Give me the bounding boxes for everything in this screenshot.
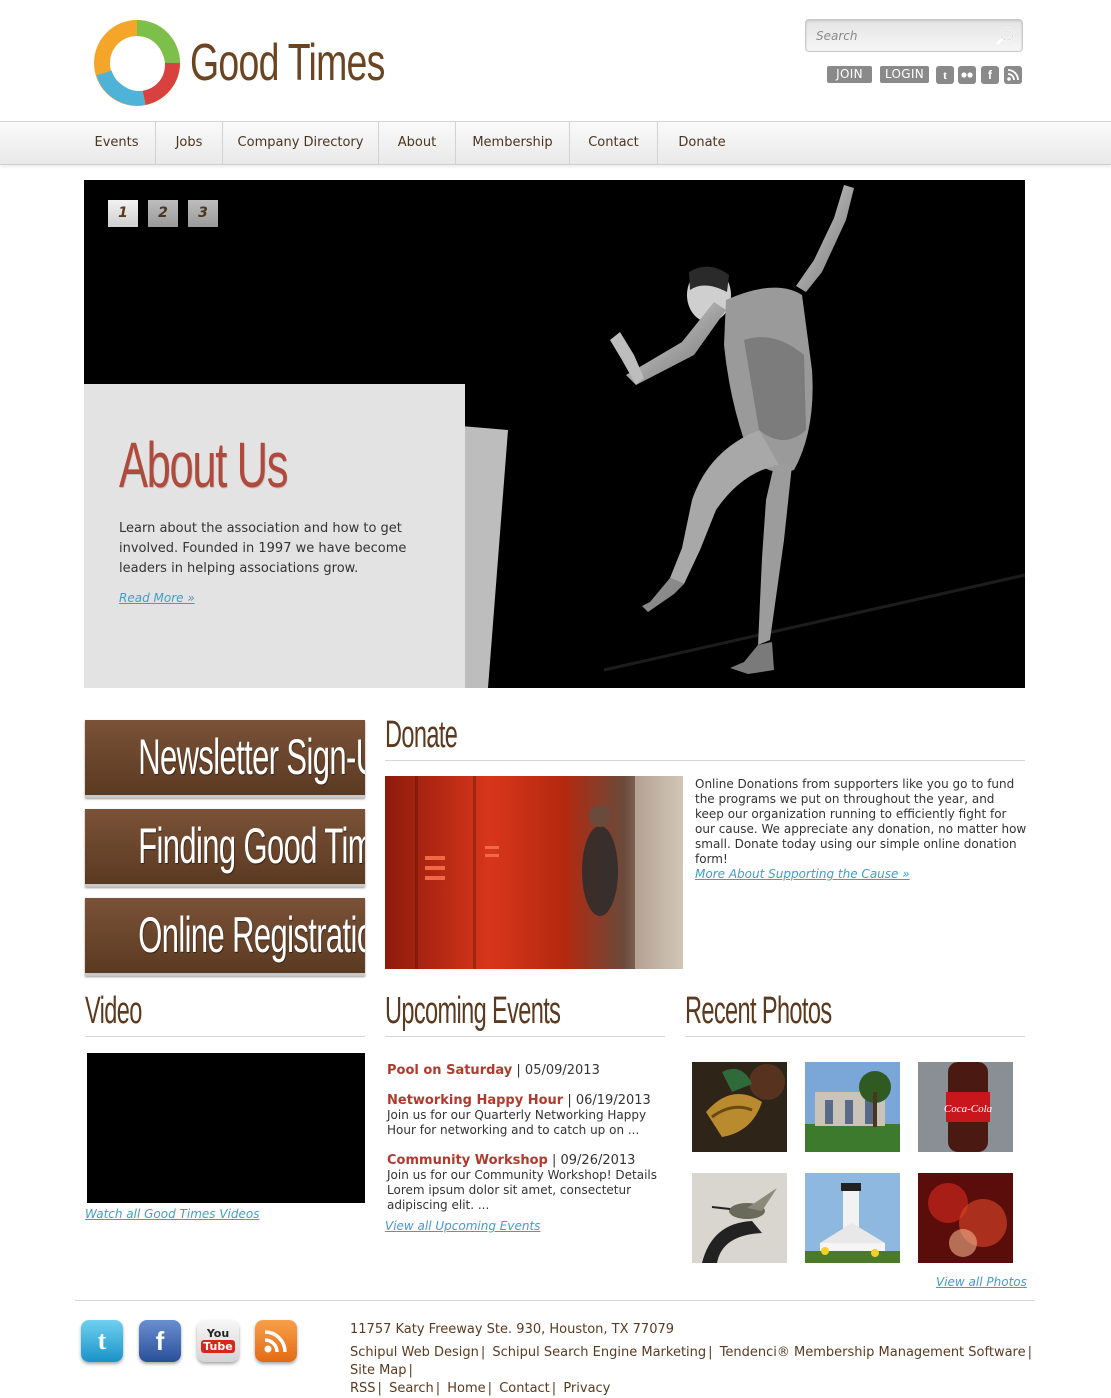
join-button[interactable]: JOIN <box>827 66 872 83</box>
donate-description: Online Donations from supporters like yo… <box>695 777 1027 866</box>
event-date: 05/09/2013 <box>524 1063 600 1078</box>
footer-link-web-design[interactable]: Schipul Web Design <box>350 1345 479 1360</box>
footer-links: Schipul Web Design | Schipul Search Engin… <box>350 1344 1040 1398</box>
footer-separator: | <box>1027 1345 1032 1360</box>
photo-thumbnail-hummingbird[interactable] <box>692 1173 787 1263</box>
brand-name[interactable]: Good Times <box>190 28 385 98</box>
footer-link-privacy[interactable]: Privacy <box>563 1381 610 1396</box>
event-separator: | <box>563 1093 576 1108</box>
events-divider <box>385 1036 665 1037</box>
donate-heading: Donate <box>385 714 458 756</box>
footer-link-rss[interactable]: RSS <box>350 1381 376 1396</box>
footer-address: 11757 Katy Freeway Ste. 930, Houston, TX… <box>350 1322 675 1337</box>
event-title-link[interactable]: Pool on Saturday <box>387 1063 512 1078</box>
twitter-icon[interactable]: t <box>81 1320 123 1362</box>
footer-link-site-map[interactable]: Site Map <box>350 1363 407 1378</box>
nav-item-donate[interactable]: Donate <box>658 122 746 164</box>
view-all-photos-link[interactable]: View all Photos <box>936 1275 1027 1289</box>
nav-item-about[interactable]: About <box>379 122 456 164</box>
event-separator: | <box>512 1063 525 1078</box>
slide-button-2[interactable]: 2 <box>148 200 178 227</box>
facebook-icon[interactable]: f <box>139 1320 181 1362</box>
event-item: Pool on Saturday | 05/09/2013 <box>387 1063 662 1078</box>
youtube-label-bottom: Tube <box>201 1340 235 1353</box>
youtube-label-top: You <box>206 1327 230 1340</box>
event-item: Community Workshop | 09/26/2013 Join us … <box>387 1153 662 1213</box>
slide-button-3[interactable]: 3 <box>188 200 218 227</box>
footer-separator: | <box>435 1381 441 1396</box>
twitter-icon[interactable]: t <box>936 66 954 84</box>
newsletter-signup-label: Newsletter Sign-Up <box>138 729 365 785</box>
event-title-link[interactable]: Networking Happy Hour <box>387 1093 563 1108</box>
photos-divider <box>685 1036 1025 1037</box>
footer-separator: | <box>480 1345 486 1360</box>
facebook-icon[interactable]: f <box>981 66 999 84</box>
finding-good-times-label: Finding Good Times <box>138 818 365 874</box>
rss-icon[interactable] <box>255 1320 297 1362</box>
nav-item-contact[interactable]: Contact <box>570 122 658 164</box>
read-more-link[interactable]: Read More » <box>119 591 195 605</box>
donate-more-link[interactable]: More About Supporting the Cause » <box>695 867 1027 882</box>
newsletter-signup-button[interactable]: Newsletter Sign-Up <box>85 720 365 798</box>
photos-heading: Recent Photos <box>685 990 832 1032</box>
photo-thumbnail-cola[interactable]: Coca-Cola <box>918 1062 1013 1152</box>
photo-thumbnail-building[interactable] <box>805 1062 900 1152</box>
nav-item-jobs[interactable]: Jobs <box>156 122 223 164</box>
donate-image <box>385 776 683 969</box>
donate-divider <box>385 760 1025 761</box>
slide-button-1[interactable]: 1 <box>108 200 138 227</box>
event-title-link[interactable]: Community Workshop <box>387 1153 548 1168</box>
photo-thumbnail-lighthouse[interactable] <box>805 1173 900 1263</box>
hero-dancer-image <box>603 185 1025 674</box>
finding-good-times-button[interactable]: Finding Good Times <box>85 809 365 887</box>
svg-text:Coca-Cola: Coca-Cola <box>944 1103 993 1115</box>
search-icon[interactable] <box>992 23 1018 49</box>
donate-text-block: Online Donations from supporters like yo… <box>695 777 1027 882</box>
footer-link-search[interactable]: Search <box>389 1381 434 1396</box>
footer-link-home[interactable]: Home <box>447 1381 485 1396</box>
online-registration-button[interactable]: Online Registration <box>85 898 365 976</box>
main-nav: Events Jobs Company Directory About Memb… <box>0 121 1111 165</box>
youtube-icon[interactable]: You Tube <box>197 1320 239 1362</box>
video-divider <box>85 1036 365 1037</box>
photo-thumbnail-mask[interactable] <box>692 1062 787 1152</box>
about-text: Learn about the association and how to g… <box>119 521 407 576</box>
footer-separator: | <box>377 1381 382 1396</box>
footer-separator: | <box>551 1381 557 1396</box>
footer-separator: | <box>708 1345 713 1360</box>
video-heading: Video <box>85 990 142 1032</box>
footer-link-sem[interactable]: Schipul Search Engine Marketing <box>492 1345 706 1360</box>
footer-link-tendenci[interactable]: Tendenci® Membership Management Software <box>720 1345 1026 1360</box>
video-player[interactable] <box>87 1053 365 1203</box>
login-button[interactable]: LOGIN <box>880 66 929 83</box>
nav-item-company-directory[interactable]: Company Directory <box>223 122 379 164</box>
online-registration-label: Online Registration <box>138 907 365 963</box>
event-item: Networking Happy Hour | 06/19/2013 Join … <box>387 1093 662 1138</box>
rss-icon[interactable] <box>1004 66 1022 84</box>
nav-item-membership[interactable]: Membership <box>456 122 570 164</box>
watch-all-videos-link[interactable]: Watch all Good Times Videos <box>85 1207 259 1221</box>
photo-thumbnail-party[interactable] <box>918 1173 1013 1263</box>
hero-slideshow: 1 2 3 About Us Learn about the associati… <box>84 180 1025 688</box>
flickr-icon[interactable] <box>958 66 976 84</box>
view-all-events-link[interactable]: View all Upcoming Events <box>385 1219 540 1233</box>
footer-separator: | <box>487 1381 493 1396</box>
event-description: Join us for our Community Workshop! Deta… <box>387 1168 658 1212</box>
events-heading: Upcoming Events <box>385 990 561 1032</box>
footer-link-contact[interactable]: Contact <box>499 1381 550 1396</box>
footer-divider <box>75 1300 1035 1301</box>
event-date: 09/26/2013 <box>560 1153 636 1168</box>
footer-separator: | <box>408 1363 413 1378</box>
event-date: 06/19/2013 <box>575 1093 651 1108</box>
search-box <box>805 19 1023 52</box>
event-description: Join us for our Quarterly Networking Hap… <box>387 1108 647 1137</box>
logo-icon[interactable] <box>92 18 182 108</box>
search-input[interactable] <box>816 27 986 45</box>
about-title: About Us <box>119 429 288 501</box>
nav-item-events[interactable]: Events <box>78 122 156 164</box>
event-separator: | <box>547 1153 561 1168</box>
